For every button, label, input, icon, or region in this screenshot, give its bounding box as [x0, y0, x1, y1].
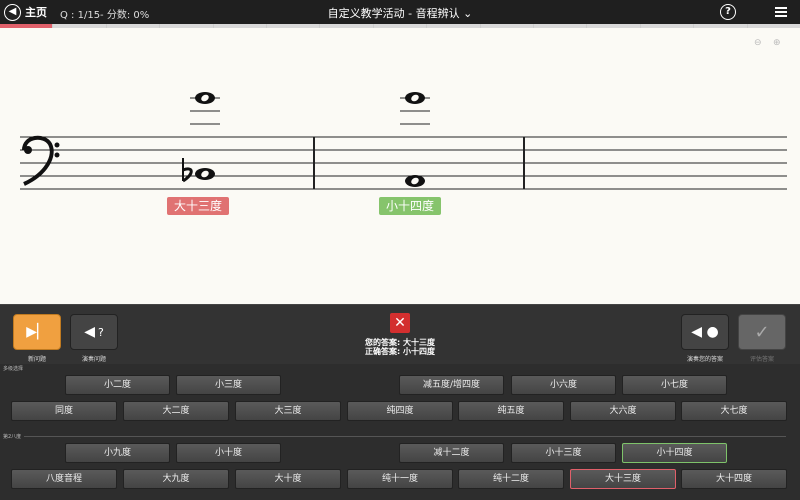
staff-svg — [20, 92, 787, 190]
interval-choice-button[interactable]: 小十四度 — [622, 443, 727, 463]
interval-choice-button[interactable]: 小十三度 — [511, 443, 616, 463]
top-bar: ◀ 主页 Q : 1/15- 分数: 0% 自定义教学活动 - 音程辨认 ⌄ ? — [0, 0, 800, 24]
flat-icon — [182, 158, 193, 183]
interval-choice-button[interactable]: 大九度 — [123, 469, 229, 489]
interval-choice-button[interactable]: 大十四度 — [681, 469, 787, 489]
section-divider — [24, 436, 786, 437]
correct-answer-text: 正确答案: 小十四度 — [365, 347, 435, 356]
zoom-out-icon[interactable]: ⊖ — [754, 38, 762, 48]
interval-choice-button[interactable]: 大三度 — [235, 401, 341, 421]
interval-choice-button[interactable]: 减十二度 — [399, 443, 504, 463]
x-icon: ✕ — [390, 313, 410, 333]
interval-choice-button[interactable]: 八度音程 — [11, 469, 117, 489]
correct-answer-badge: 小十四度 — [379, 197, 442, 215]
interval-choice-button[interactable]: 小三度 — [176, 375, 281, 395]
replay-glyph: ? — [97, 325, 104, 339]
checkmark-icon: ✓ — [754, 321, 770, 343]
interval-choice-button[interactable]: 大七度 — [681, 401, 787, 421]
interval-choice-button[interactable]: 减五度/增四度 — [399, 375, 504, 395]
app-window: { "topbar": { "home_label": "主页", "home_… — [0, 0, 800, 500]
section-label-simple: 多级选择 — [3, 366, 24, 372]
interval-choice-button[interactable]: 小九度 — [65, 443, 170, 463]
answer-choices: 多级选择 第2八度 小二度 小三度 减五度/增四度 小六度 小七度同度 大二度 大三度 纯四度… — [0, 364, 800, 500]
interval-choice-button[interactable]: 大六度 — [570, 401, 676, 421]
interval-choice-button[interactable]: 同度 — [11, 401, 117, 421]
your-answer-badge: 大十三度 — [167, 197, 230, 215]
submit-label: 评估答案 — [749, 356, 774, 363]
next-question-button[interactable]: ▶▏ — [13, 314, 61, 350]
menu-icon[interactable] — [775, 7, 787, 17]
replay-question-label: 演奏问题 — [81, 356, 106, 363]
interval-choice-button[interactable]: 大十三度 — [570, 469, 676, 489]
submit-button[interactable]: ✓ — [738, 314, 786, 350]
speaker-icon: ◀ — [84, 324, 95, 340]
score-area: ⊖ ⊕ 大十三度 小十四度 — [0, 28, 800, 304]
activity-title[interactable]: 自定义教学活动 - 音程辨认 ⌄ — [0, 5, 800, 21]
interval-choice-button[interactable]: 大二度 — [123, 401, 229, 421]
interval-choice-button[interactable]: 小六度 — [511, 375, 616, 395]
bass-clef-icon — [22, 135, 60, 186]
interval-choice-button[interactable]: 小七度 — [622, 375, 727, 395]
skip-forward-icon: ▶▏ — [26, 324, 48, 340]
control-panel: ▶▏ 新问题 ◀? 演奏问题 ✕ 您的答案: 大十三度 正确答案: 小十四度 ◀… — [0, 304, 800, 364]
zoom-in-icon[interactable]: ⊕ — [773, 38, 781, 48]
section-label-compound: 第2八度 — [3, 434, 22, 440]
play-your-answer-button[interactable]: ◀ ● — [681, 314, 729, 350]
interval-choice-button[interactable]: 小二度 — [65, 375, 170, 395]
interval-choice-button[interactable]: 纯十一度 — [347, 469, 453, 489]
interval-choice-button[interactable]: 纯四度 — [347, 401, 453, 421]
help-icon[interactable]: ? — [720, 4, 736, 20]
speaker-person-icon: ◀ ● — [691, 324, 719, 340]
interval-choice-button[interactable]: 纯五度 — [458, 401, 564, 421]
replay-question-button[interactable]: ◀? — [70, 314, 118, 350]
interval-choice-button[interactable]: 大十度 — [235, 469, 341, 489]
interval-choice-button[interactable]: 小十度 — [176, 443, 281, 463]
interval-choice-button[interactable]: 纯十二度 — [458, 469, 564, 489]
